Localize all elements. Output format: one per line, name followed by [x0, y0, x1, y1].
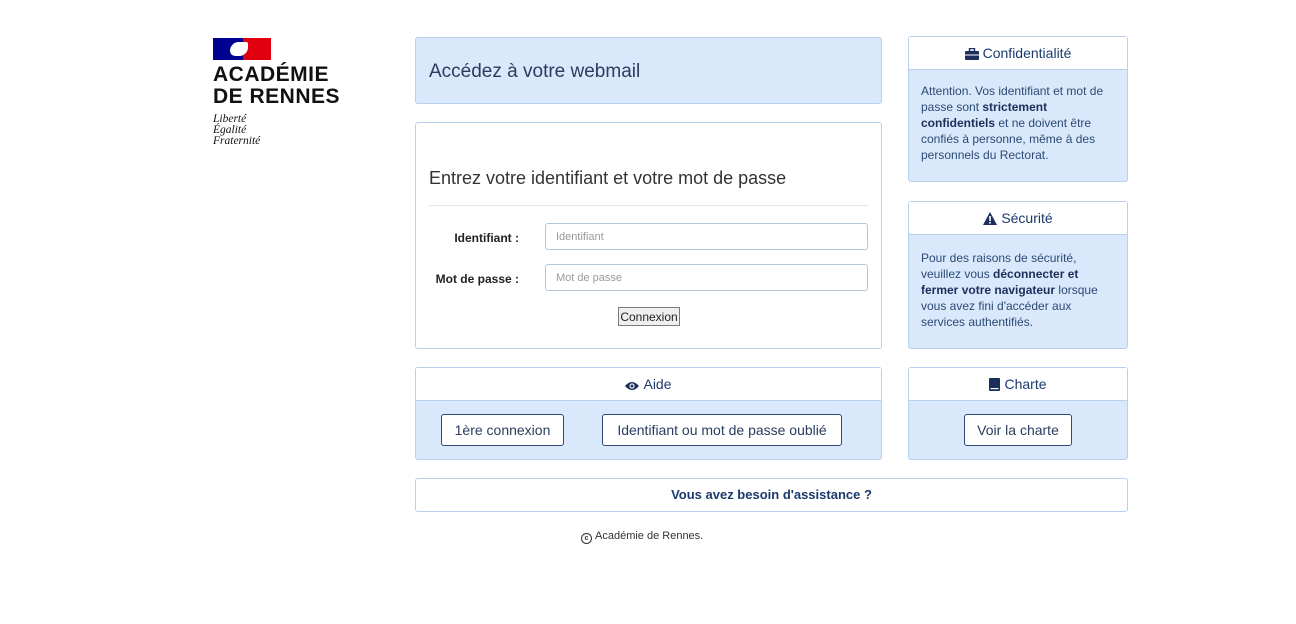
- confidentiality-title: Confidentialité: [982, 45, 1072, 61]
- security-header: Sécurité: [909, 202, 1127, 235]
- assistance-link[interactable]: Vous avez besoin d'assistance ?: [416, 479, 1127, 511]
- warning-icon: [983, 204, 998, 236]
- password-label: Mot de passe :: [435, 272, 519, 286]
- eye-icon: [625, 370, 640, 402]
- connexion-button[interactable]: Connexion: [618, 307, 680, 326]
- help-header: Aide: [416, 368, 881, 401]
- charter-header: Charte: [909, 368, 1127, 401]
- username-label: Identifiant :: [454, 231, 519, 245]
- book-icon: [989, 370, 1001, 402]
- academie-logo: ACADÉMIE DE RENNES Liberté Égalité Frate…: [213, 38, 363, 147]
- footer-copyright: Académie de Rennes.: [595, 530, 704, 542]
- password-input[interactable]: [545, 264, 868, 291]
- assistance-panel[interactable]: Vous avez besoin d'assistance ?: [415, 478, 1128, 512]
- security-panel: Sécurité Pour des raisons de sécurité, v…: [908, 201, 1128, 349]
- security-title: Sécurité: [1001, 210, 1053, 226]
- help-panel: Aide 1ère connexion Identifiant ou mot d…: [415, 367, 882, 460]
- view-charter-button[interactable]: Voir la charte: [964, 414, 1072, 446]
- logo-title-line2: DE RENNES: [213, 85, 341, 108]
- help-title: Aide: [643, 376, 672, 392]
- logo-title-line1: ACADÉMIE: [213, 63, 330, 86]
- charter-panel: Charte Voir la charte: [908, 367, 1128, 460]
- forgot-credentials-button[interactable]: Identifiant ou mot de passe oublié: [602, 414, 842, 446]
- webmail-title-panel: Accédez à votre webmail: [415, 37, 882, 104]
- logo-title: ACADÉMIE DE RENNES: [213, 64, 363, 108]
- security-text: Pour des raisons de sécurité, veuillez v…: [921, 250, 1115, 330]
- page-title: Accédez à votre webmail: [429, 61, 641, 82]
- footer: c Académie de Rennes.: [581, 530, 703, 544]
- login-heading: Entrez votre identifiant et votre mot de…: [429, 168, 787, 188]
- charter-title: Charte: [1004, 376, 1047, 392]
- first-login-button[interactable]: 1ère connexion: [441, 414, 564, 446]
- briefcase-icon: [964, 39, 979, 71]
- login-form: Entrez votre identifiant et votre mot de…: [415, 122, 882, 349]
- motto-fraternite: Fraternité: [213, 135, 261, 147]
- marianne-flag-icon: [213, 38, 271, 60]
- confidentiality-header: Confidentialité: [909, 37, 1127, 70]
- confidentiality-panel: Confidentialité Attention. Vos identifia…: [908, 36, 1128, 182]
- username-input[interactable]: [545, 223, 868, 250]
- divider: [429, 205, 868, 206]
- republic-motto: Liberté Égalité Fraternité: [213, 113, 363, 147]
- confidentiality-text: Attention. Vos identifiant et mot de pas…: [921, 83, 1115, 163]
- copyright-icon: c: [581, 533, 592, 544]
